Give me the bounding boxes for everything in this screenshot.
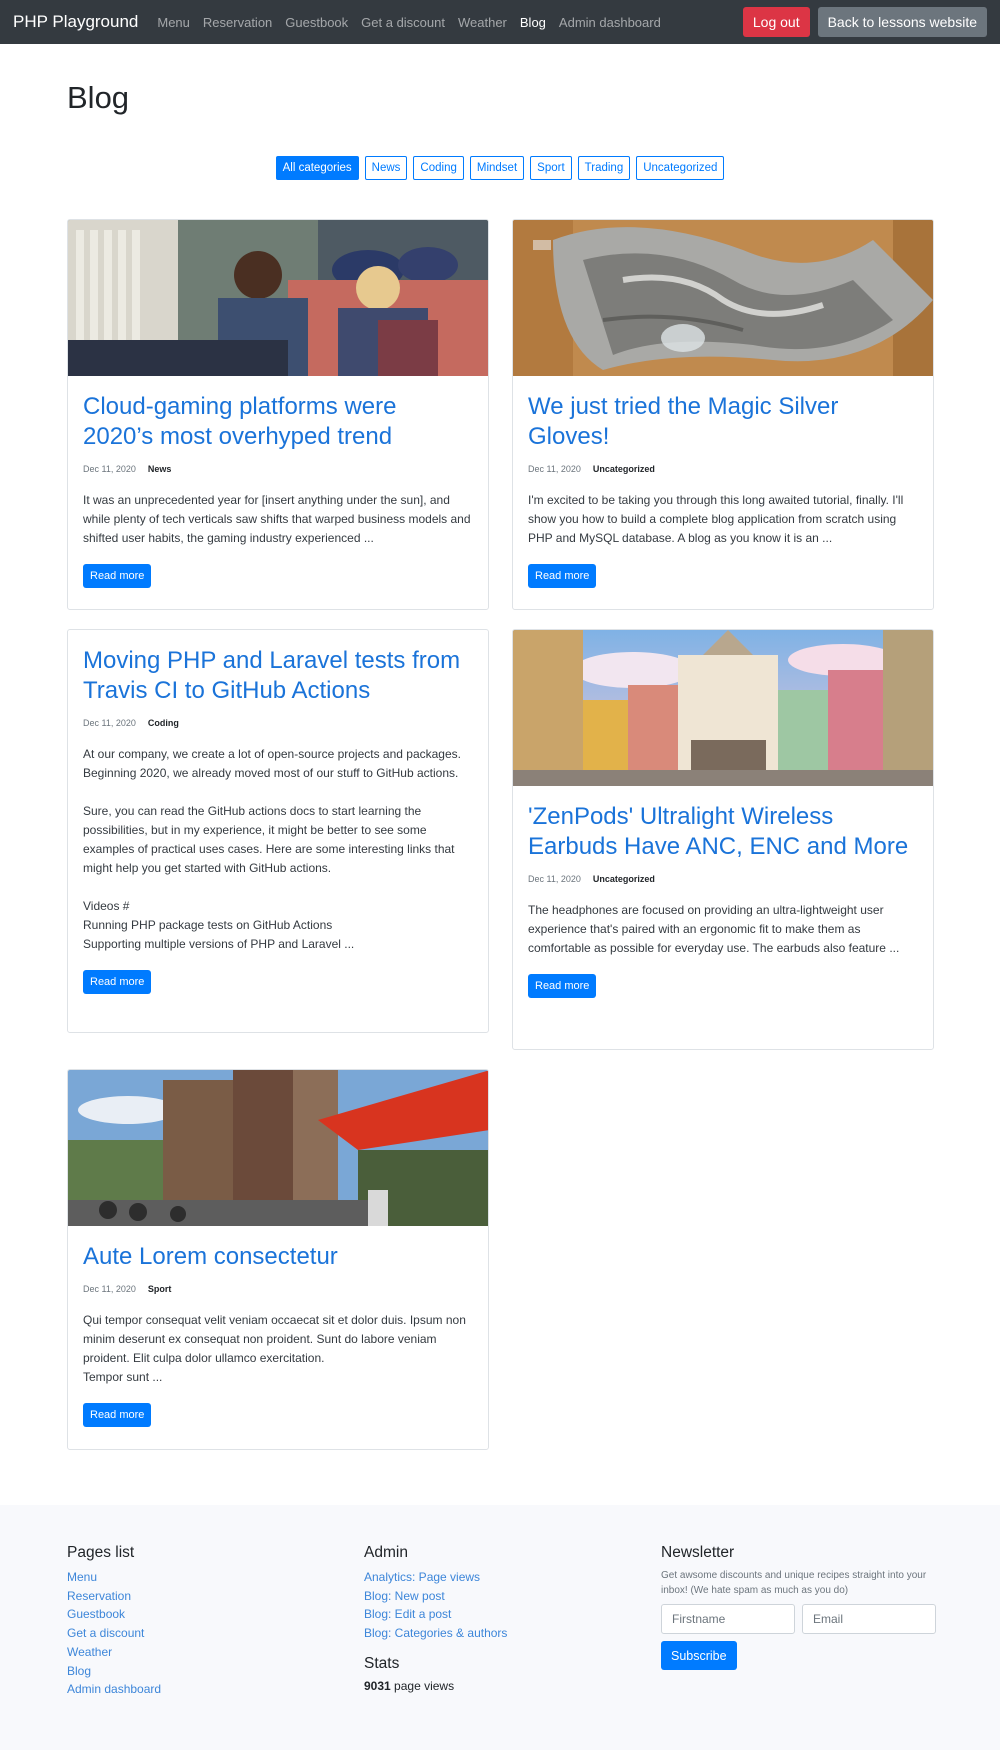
footer-link-new-post[interactable]: Blog: New post bbox=[364, 1587, 507, 1606]
top-navbar: PHP Playground Menu Reservation Guestboo… bbox=[0, 0, 1000, 44]
filter-uncategorized[interactable]: Uncategorized bbox=[636, 156, 725, 180]
brand-link[interactable]: PHP Playground bbox=[13, 12, 138, 32]
page-views-stat: 9031 page views bbox=[364, 1679, 507, 1693]
post-title-link[interactable]: Cloud-gaming platforms were 2020’s most … bbox=[83, 392, 473, 452]
post-image-city-street[interactable] bbox=[513, 630, 933, 786]
post-title-link[interactable]: Aute Lorem consectetur bbox=[83, 1242, 473, 1272]
footer-link-edit-post[interactable]: Blog: Edit a post bbox=[364, 1605, 507, 1624]
footer-link-menu[interactable]: Menu bbox=[67, 1568, 161, 1587]
post-excerpt: The headphones are focused on providing … bbox=[528, 903, 900, 955]
post-image-gaming[interactable] bbox=[68, 220, 488, 376]
post-meta: Dec 11, 2020 News bbox=[83, 464, 473, 474]
footer-link-admin-dashboard[interactable]: Admin dashboard bbox=[67, 1680, 161, 1699]
read-more-button[interactable]: Read more bbox=[83, 970, 152, 994]
filter-all-categories[interactable]: All categories bbox=[275, 156, 359, 180]
post-card: Moving PHP and Laravel tests from Travis… bbox=[67, 629, 489, 1033]
post-category[interactable]: Coding bbox=[148, 718, 179, 728]
post-card: Cloud-gaming platforms were 2020’s most … bbox=[67, 219, 489, 610]
footer-link-get-a-discount[interactable]: Get a discount bbox=[67, 1624, 161, 1643]
read-more-button[interactable]: Read more bbox=[83, 1403, 152, 1427]
footer-link-weather[interactable]: Weather bbox=[67, 1643, 161, 1662]
footer-newsletter-column: Newsletter Get awsome discounts and uniq… bbox=[661, 1544, 936, 1670]
read-more-button[interactable]: Read more bbox=[83, 564, 152, 588]
footer-admin-column: Admin Analytics: Page views Blog: New po… bbox=[364, 1544, 507, 1693]
page-views-count: 9031 bbox=[364, 1678, 391, 1693]
footer-pages-column: Pages list Menu Reservation Guestbook Ge… bbox=[67, 1544, 161, 1699]
page-title: Blog bbox=[67, 80, 130, 115]
footer-link-analytics[interactable]: Analytics: Page views bbox=[364, 1568, 507, 1587]
newsletter-form: Firstname Email bbox=[661, 1604, 936, 1634]
post-date: Dec 11, 2020 bbox=[83, 464, 136, 474]
post-date: Dec 11, 2020 bbox=[83, 718, 136, 728]
post-image-canal-street[interactable] bbox=[68, 1070, 488, 1226]
post-category[interactable]: Uncategorized bbox=[593, 874, 655, 884]
post-title-link[interactable]: 'ZenPods' Ultralight Wireless Earbuds Ha… bbox=[528, 802, 918, 862]
footer-pages-title: Pages list bbox=[67, 1544, 135, 1561]
filter-sport[interactable]: Sport bbox=[530, 156, 572, 180]
filter-news[interactable]: News bbox=[364, 156, 408, 180]
subscribe-button[interactable]: Subscribe bbox=[661, 1641, 737, 1670]
footer-link-guestbook[interactable]: Guestbook bbox=[67, 1605, 161, 1624]
post-date: Dec 11, 2020 bbox=[528, 874, 581, 884]
nav-link-get-a-discount[interactable]: Get a discount bbox=[361, 15, 445, 30]
post-card: Aute Lorem consectetur Dec 11, 2020 Spor… bbox=[67, 1069, 489, 1450]
post-title-link[interactable]: Moving PHP and Laravel tests from Travis… bbox=[83, 646, 473, 706]
filter-coding[interactable]: Coding bbox=[413, 156, 464, 180]
post-date: Dec 11, 2020 bbox=[528, 464, 581, 474]
filter-mindset[interactable]: Mindset bbox=[469, 156, 525, 180]
post-excerpt: I'm excited to be taking you through thi… bbox=[528, 493, 904, 545]
logout-button[interactable]: Log out bbox=[742, 7, 810, 37]
nav-links: Menu Reservation Guestbook Get a discoun… bbox=[157, 15, 743, 30]
nav-link-weather[interactable]: Weather bbox=[458, 15, 507, 30]
post-card: We just tried the Magic Silver Gloves! D… bbox=[512, 219, 934, 610]
newsletter-text: Get awsome discounts and unique recipes … bbox=[661, 1570, 927, 1596]
post-excerpt: Qui tempor consequat velit veniam occaec… bbox=[83, 1313, 466, 1384]
site-footer: Pages list Menu Reservation Guestbook Ge… bbox=[0, 1505, 1000, 1750]
post-meta: Dec 11, 2020 Uncategorized bbox=[528, 464, 918, 474]
firstname-field[interactable]: Firstname bbox=[661, 1604, 795, 1634]
filter-trading[interactable]: Trading bbox=[577, 156, 631, 180]
footer-link-categories-authors[interactable]: Blog: Categories & authors bbox=[364, 1624, 507, 1643]
post-category[interactable]: News bbox=[148, 464, 172, 474]
post-meta: Dec 11, 2020 Sport bbox=[83, 1284, 473, 1294]
nav-link-blog[interactable]: Blog bbox=[520, 15, 546, 30]
nav-link-admin-dashboard[interactable]: Admin dashboard bbox=[559, 15, 661, 30]
post-card: 'ZenPods' Ultralight Wireless Earbuds Ha… bbox=[512, 629, 934, 1050]
footer-link-reservation[interactable]: Reservation bbox=[67, 1587, 161, 1606]
post-excerpt: At our company, we create a lot of open-… bbox=[83, 747, 461, 951]
nav-link-menu[interactable]: Menu bbox=[157, 15, 190, 30]
read-more-button[interactable]: Read more bbox=[528, 564, 597, 588]
post-excerpt: It was an unprecedented year for [insert… bbox=[83, 493, 471, 545]
footer-admin-title: Admin bbox=[364, 1544, 408, 1561]
post-category[interactable]: Uncategorized bbox=[593, 464, 655, 474]
footer-stats-title: Stats bbox=[364, 1654, 400, 1672]
footer-link-blog[interactable]: Blog bbox=[67, 1662, 161, 1681]
nav-link-reservation[interactable]: Reservation bbox=[203, 15, 272, 30]
post-category[interactable]: Sport bbox=[148, 1284, 172, 1294]
post-meta: Dec 11, 2020 Coding bbox=[83, 718, 473, 728]
nav-link-guestbook[interactable]: Guestbook bbox=[285, 15, 348, 30]
post-title-link[interactable]: We just tried the Magic Silver Gloves! bbox=[528, 392, 918, 452]
read-more-button[interactable]: Read more bbox=[528, 974, 597, 998]
email-field[interactable]: Email bbox=[802, 1604, 936, 1634]
post-image-gloves[interactable] bbox=[513, 220, 933, 376]
post-date: Dec 11, 2020 bbox=[83, 1284, 136, 1294]
post-meta: Dec 11, 2020 Uncategorized bbox=[528, 874, 918, 884]
back-to-lessons-button[interactable]: Back to lessons website bbox=[817, 7, 987, 37]
category-filters: All categories News Coding Mindset Sport… bbox=[0, 156, 1000, 180]
page-views-label: page views bbox=[394, 1678, 455, 1693]
newsletter-title: Newsletter bbox=[661, 1544, 735, 1561]
